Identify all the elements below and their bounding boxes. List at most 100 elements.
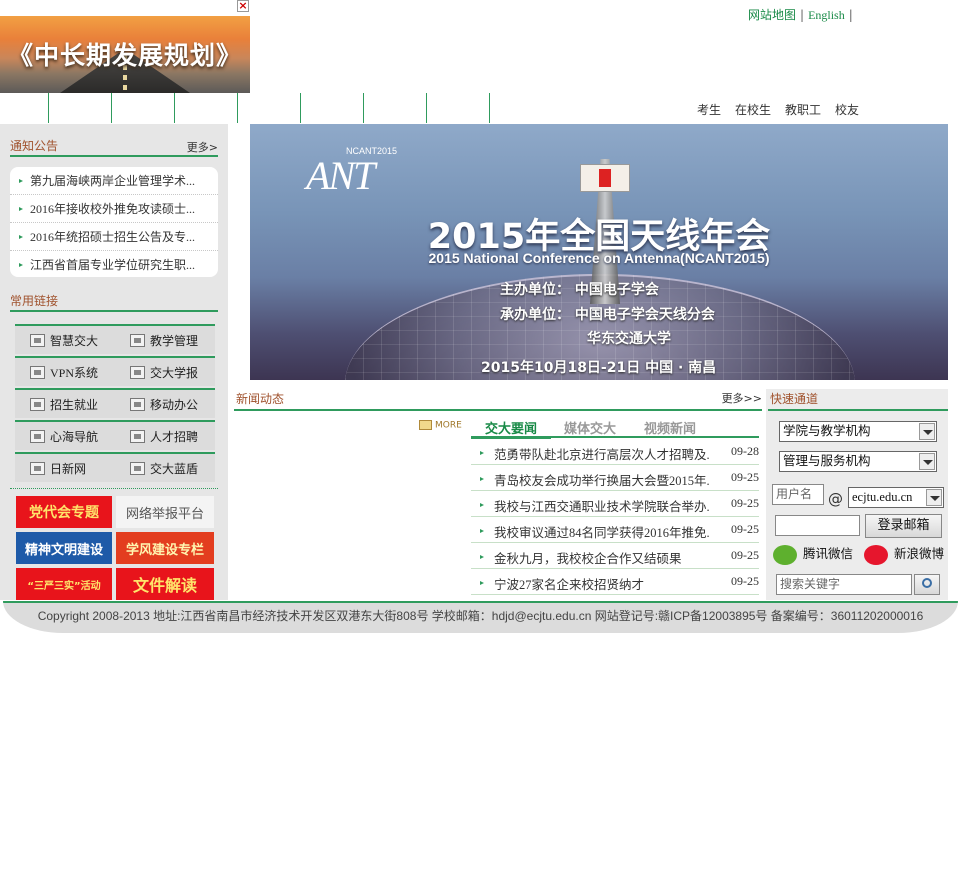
notice-more-link[interactable]: 更多>	[187, 139, 218, 155]
notice-header: 通知公告 更多>	[10, 137, 218, 157]
sitemap-link[interactable]: 网站地图	[748, 8, 796, 22]
nav-divider	[111, 93, 112, 123]
college-select[interactable]: 学院与教学机构	[779, 421, 937, 442]
news-item-date: 09-25	[731, 574, 759, 588]
usernav-alumni[interactable]: 校友	[835, 103, 859, 117]
search-icon	[922, 578, 932, 588]
tab-video[interactable]: 视频新闻	[644, 418, 696, 437]
nav-divider	[489, 93, 490, 123]
news-more-link[interactable]: 更多>>	[722, 390, 762, 406]
antenna-cabin-graphic	[580, 164, 630, 192]
link-rixin[interactable]: 日新网	[30, 458, 86, 480]
link-row: VPN系统 交大学报	[15, 356, 215, 386]
link-admissions[interactable]: 招生就业	[30, 394, 98, 416]
book-icon	[130, 366, 145, 379]
link-label: 招生就业	[50, 398, 99, 412]
chevron-down-icon	[926, 489, 942, 506]
link-recruitment[interactable]: 人才招聘	[130, 426, 198, 448]
notice-item[interactable]: 第九届海峡两岸企业管理学术...	[10, 167, 218, 195]
shield-icon	[130, 462, 145, 475]
news-item[interactable]: 青岛校友会成功举行换届大会暨2015年... 09-25	[471, 466, 759, 491]
hero-organizer2: 华东交通大学	[587, 331, 671, 347]
close-icon[interactable]: ×	[237, 0, 249, 12]
notice-item[interactable]: 2016年统招硕士招生公告及专...	[10, 223, 218, 251]
news-item-date: 09-25	[731, 470, 759, 484]
link-label: 日新网	[50, 462, 87, 476]
tab-headlines[interactable]: 交大要闻	[485, 418, 537, 437]
link-vpn[interactable]: VPN系统	[30, 362, 98, 384]
hero-banner[interactable]: ANT NCANT2015 2015年全国天线年会 2015 National …	[250, 124, 948, 380]
nav-divider	[363, 93, 364, 123]
news-item[interactable]: 金秋九月，我校校企合作又结硕果 09-25	[471, 544, 759, 569]
mail-login-button[interactable]: 登录邮箱	[865, 514, 942, 538]
news-header: 新闻动态 更多>>	[234, 389, 762, 411]
separator: |	[800, 8, 805, 22]
user-nav: 考生 在校生 教职工 校友	[697, 101, 873, 118]
logo-small-text: NCANT2015	[346, 146, 398, 156]
news-item[interactable]: 我校审议通过84名同学获得2016年推免... 09-25	[471, 518, 759, 543]
hero-organizer: 承办单位： 中国电子学会天线分会	[500, 307, 715, 323]
quick-access-header: 快速通道	[768, 389, 948, 411]
search-input[interactable]: 搜索关键字	[776, 574, 912, 595]
link-label: VPN系统	[50, 366, 99, 380]
weibo-link[interactable]: 新浪微博	[864, 543, 946, 567]
popup-ad[interactable]: 《中长期发展规划》	[0, 16, 250, 93]
more-small-link[interactable]: MORE	[419, 420, 465, 431]
notice-item[interactable]: 江西省首届专业学位研究生职...	[10, 251, 218, 279]
usernav-students[interactable]: 在校生	[735, 103, 771, 117]
department-select[interactable]: 管理与服务机构	[779, 451, 937, 472]
usernav-prospective[interactable]: 考生	[697, 103, 721, 117]
phone-icon	[130, 398, 145, 411]
search-button[interactable]	[914, 574, 940, 595]
mail-domain-select[interactable]: ecjtu.edu.cn	[848, 487, 944, 508]
link-xinhai[interactable]: 心海导航	[30, 426, 98, 448]
password-input[interactable]	[775, 515, 860, 536]
chevron-down-icon	[919, 453, 935, 470]
news-item[interactable]: 我校与江西交通职业技术学院联合举办... 09-25	[471, 492, 759, 517]
news-tabs: 交大要闻 媒体交大 视频新闻	[471, 416, 759, 438]
news-item-title: 范勇带队赴北京进行高层次人才招聘及...	[494, 448, 709, 462]
banner-report-platform[interactable]: 网络举报平台	[116, 496, 214, 528]
document-icon	[30, 366, 45, 379]
link-row: 智慧交大 教学管理	[15, 324, 215, 354]
grid-icon	[130, 334, 145, 347]
divider	[10, 488, 218, 489]
link-smart-campus[interactable]: 智慧交大	[30, 330, 98, 352]
english-link[interactable]: English	[808, 8, 845, 22]
separator: |	[848, 8, 853, 22]
link-shield[interactable]: 交大蓝盾	[130, 458, 198, 480]
notice-item[interactable]: 2016年接收校外推免攻读硕士...	[10, 195, 218, 223]
link-teaching-mgmt[interactable]: 教学管理	[130, 330, 198, 352]
banner-party-congress[interactable]: 党代会专题	[16, 496, 112, 528]
nav-divider	[174, 93, 175, 123]
wechat-link[interactable]: 腾讯微信	[773, 543, 853, 567]
link-label: 教学管理	[150, 334, 199, 348]
usernav-staff[interactable]: 教职工	[785, 103, 821, 117]
links-header: 常用链接	[10, 292, 218, 312]
conference-logo: ANT NCANT2015	[264, 144, 398, 198]
news-item[interactable]: 范勇带队赴北京进行高层次人才招聘及... 09-28	[471, 440, 759, 465]
department-select-value: 管理与服务机构	[783, 454, 871, 468]
notice-title: 通知公告	[10, 139, 59, 153]
chat-icon	[30, 462, 45, 475]
banner-file-interpretation[interactable]: 文件解读	[116, 568, 214, 600]
wechat-icon	[773, 545, 797, 565]
logo-text: ANT	[306, 153, 375, 198]
nav-divider	[300, 93, 301, 123]
tab-media[interactable]: 媒体交大	[564, 418, 616, 437]
username-input[interactable]: 用户名	[772, 484, 824, 505]
link-label: 智慧交大	[50, 334, 99, 348]
chevron-down-icon	[919, 423, 935, 440]
top-links: 网站地图 | English |	[748, 6, 857, 23]
link-journal[interactable]: 交大学报	[130, 362, 198, 384]
banner-study-style[interactable]: 学风建设专栏	[116, 532, 214, 564]
news-item-date: 09-25	[731, 522, 759, 536]
banner-three-strict[interactable]: “三严三实”活动	[16, 568, 112, 600]
banner-civilization[interactable]: 精神文明建设	[16, 532, 112, 564]
link-mobile-office[interactable]: 移动办公	[130, 394, 198, 416]
link-label: 人才招聘	[150, 430, 199, 444]
weibo-label: 新浪微博	[894, 546, 945, 561]
hero-host: 主办单位： 中国电子学会	[500, 282, 659, 298]
news-item[interactable]: 宁波27家名企来校招贤纳才 09-25	[471, 570, 759, 595]
image-icon	[30, 430, 45, 443]
